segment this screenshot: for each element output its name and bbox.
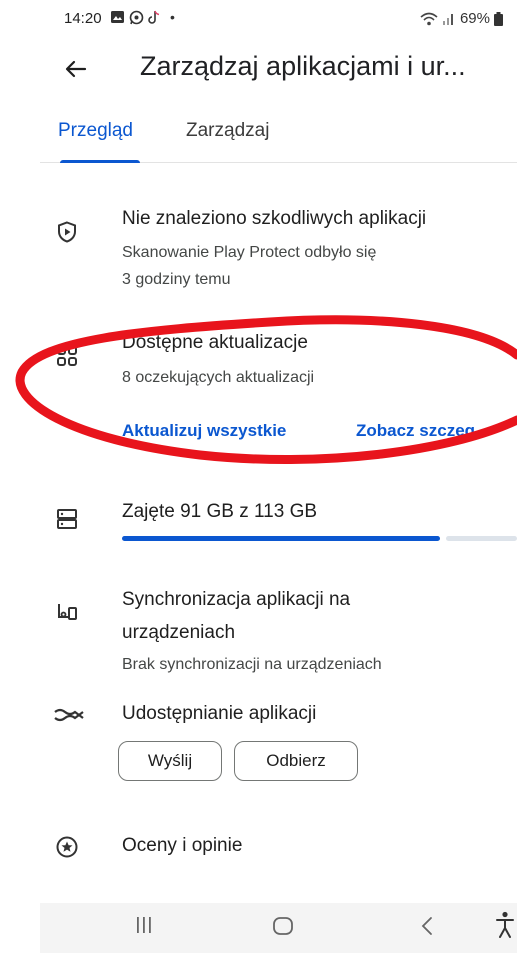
storage-progress-remaining	[446, 536, 517, 541]
ratings-title: Oceny i opinie	[122, 835, 243, 856]
sync-title-line2: urządzeniach	[122, 622, 236, 643]
status-more-dot: •	[170, 9, 175, 25]
active-tab-indicator	[60, 160, 140, 163]
tiktok-notification-icon	[148, 10, 160, 24]
wifi-icon	[420, 12, 438, 25]
play-protect-title: Nie znaleziono szkodliwych aplikacji	[122, 208, 427, 229]
arrow-back-icon	[65, 60, 87, 78]
play-protect-scan-time: 3 godziny temu	[122, 271, 231, 288]
home-icon[interactable]	[272, 915, 294, 937]
system-navigation-bar	[40, 903, 517, 953]
signal-icon	[442, 13, 453, 25]
updates-pending-count: 8 oczekujących aktualizacji	[122, 369, 315, 386]
receive-button-label: Odbierz	[266, 751, 326, 770]
devices-sync-icon	[58, 604, 77, 620]
app-sharing-title: Udostępnianie aplikacji	[122, 703, 317, 724]
gallery-notification-icon	[111, 11, 124, 23]
tab-manage[interactable]: Zarządzaj	[186, 120, 269, 142]
storage-progress-fill	[122, 536, 440, 541]
send-button[interactable]: Wyślij	[118, 741, 222, 781]
sync-status-text: Brak synchronizacji na urządzeniach	[122, 656, 382, 673]
tab-bar: Przegląd Zarządzaj	[40, 110, 517, 163]
storage-usage-text: Zajęte 91 GB z 113 GB	[122, 501, 318, 522]
battery-percentage: 69%	[459, 10, 490, 27]
recent-apps-icon[interactable]	[136, 915, 152, 935]
accessibility-icon[interactable]	[495, 911, 515, 939]
battery-icon	[494, 11, 503, 26]
update-all-button[interactable]: Aktualizuj wszystkie	[122, 421, 286, 441]
nav-back-icon[interactable]	[420, 915, 434, 937]
storage-icon	[57, 509, 77, 529]
sync-title-line1: Synchronizacja aplikacji na	[122, 589, 351, 610]
star-circle-icon	[56, 836, 78, 858]
receive-button[interactable]: Odbierz	[234, 741, 358, 781]
status-right-group: 69%	[420, 10, 503, 27]
storage-progress-bar	[122, 536, 517, 541]
status-bar: 14:20 • 69%	[0, 0, 517, 40]
updates-title: Dostępne aktualizacje	[122, 332, 308, 353]
shield-play-icon	[58, 221, 76, 243]
status-time: 14:20	[64, 10, 102, 27]
status-notification-icons: •	[110, 9, 175, 25]
see-details-button[interactable]: Zobacz szczeg...	[356, 421, 489, 441]
share-swap-icon	[54, 708, 84, 722]
page-title: Zarządzaj aplikacjami i ur...	[140, 51, 466, 81]
apps-grid-icon	[57, 346, 77, 366]
whatsapp-notification-icon	[129, 10, 144, 24]
tab-overview[interactable]: Przegląd	[58, 120, 133, 142]
send-button-label: Wyślij	[147, 751, 193, 770]
app-bar: Zarządzaj aplikacjami i ur...	[0, 45, 517, 93]
play-protect-scan-text: Skanowanie Play Protect odbyło się	[122, 244, 377, 261]
back-button[interactable]	[60, 53, 92, 85]
